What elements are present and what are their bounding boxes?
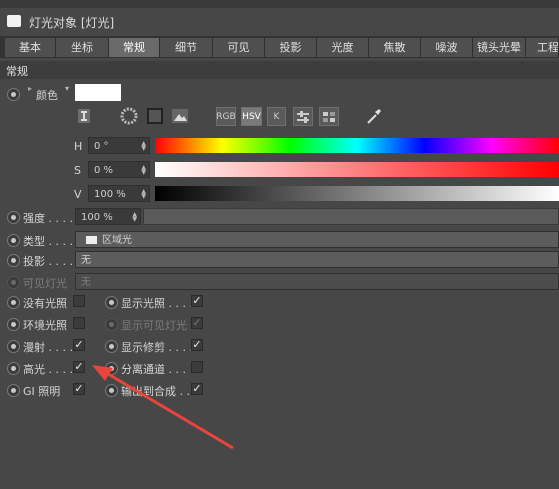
- annotation-arrow-icon: [92, 365, 234, 450]
